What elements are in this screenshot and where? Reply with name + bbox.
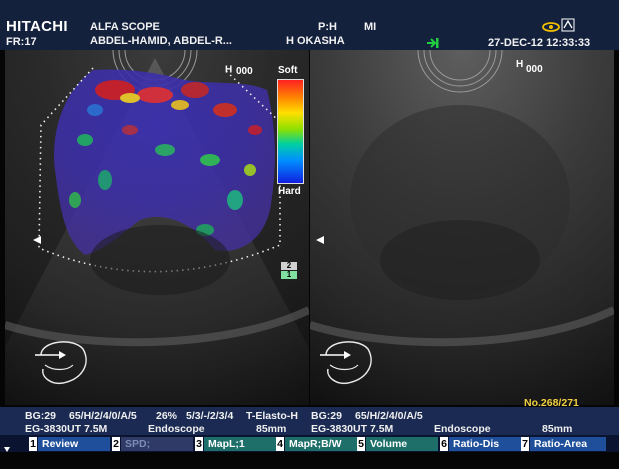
softkey-number: 2: [112, 437, 120, 451]
softkey-label: MapL;1: [204, 437, 276, 451]
hard-label: Hard: [278, 186, 301, 197]
elasticity-color-bar: [277, 79, 304, 184]
softkey-number: 4: [276, 437, 284, 451]
h-marker: H​: [225, 64, 233, 76]
softkey-volume[interactable]: 5 Volume: [357, 437, 438, 451]
bmode-image-pane[interactable]: H 000: [310, 50, 614, 405]
softkey-number: 5: [357, 437, 365, 451]
bg-gain-left: BG:29: [25, 410, 56, 422]
triangle-marker-icon: [4, 447, 10, 452]
softkey-number: 7: [521, 437, 529, 451]
eye-icon: [541, 20, 561, 38]
softkey-review[interactable]: 1 Review: [29, 437, 110, 451]
freeze-icon[interactable]: [561, 18, 575, 37]
ph-indicator: P:H: [318, 21, 337, 33]
softkey-label: SPD;: [121, 437, 193, 451]
bg-gain-right: BG:29: [311, 410, 342, 422]
roi-tag-2: 2: [281, 262, 297, 270]
h-marker-value: 000: [236, 66, 253, 77]
softkey-mapr[interactable]: 4 MapR;B/W: [276, 437, 357, 451]
roi-tag-1: 1: [281, 271, 297, 279]
softkey-label: Ratio-Area: [530, 437, 606, 451]
softkey-label: Ratio-Dis: [449, 437, 521, 451]
softkey-label: Volume: [366, 437, 438, 451]
softkey-number: 3: [195, 437, 203, 451]
soft-label: Soft: [278, 65, 298, 76]
softkey-ratio-area[interactable]: 7 Ratio-Area: [521, 437, 606, 451]
params-left: 65/H/2/4/0/A/5: [69, 410, 137, 422]
app-name: ALFA SCOPE: [90, 21, 160, 33]
softkey-spd[interactable]: 2 SPD;: [112, 437, 193, 451]
probe-orientation-icon: [318, 335, 376, 387]
operator-name: H OKASHA: [286, 35, 345, 47]
softkey-number: 1: [29, 437, 37, 451]
patient-name: ABDEL-HAMID, ABDEL-R...: [90, 35, 232, 47]
probe-type-left: Endoscope: [148, 423, 205, 435]
frame-rate: FR:17: [6, 36, 37, 48]
elasto-percent: 26%: [156, 410, 178, 422]
depth-left: 85mm: [256, 423, 287, 435]
mi-indicator: MI: [364, 21, 377, 33]
ultrasound-screen: HITACHI FR:17 ALFA SCOPE ABDEL-HAMID, AB…: [0, 0, 619, 469]
h-marker-value: 000: [526, 64, 543, 75]
elastography-image-pane[interactable]: H​ 000 Soft Hard 2 1: [5, 50, 309, 405]
softkey-label: MapR;B/W: [285, 437, 357, 451]
softkey-label: Review: [38, 437, 110, 451]
probe-orientation-icon: [33, 335, 91, 387]
date-time: 27-DEC-12 12:33:33: [488, 37, 591, 49]
elasto-params: 5/3/-/2/3/4: [186, 410, 234, 422]
softkey-ratio-dis[interactable]: 6 Ratio-Dis: [440, 437, 521, 451]
h-marker: H: [516, 59, 524, 70]
elasto-mode: T-Elasto-H: [246, 410, 298, 422]
depth-right: 85mm: [542, 423, 573, 435]
brand-logo: HITACHI: [6, 18, 68, 35]
softkey-mapl[interactable]: 3 MapL;1: [195, 437, 276, 451]
probe-model-right: EG-3830UT 7.5M: [311, 423, 394, 435]
probe-type-right: Endoscope: [434, 423, 491, 435]
params-right: 65/H/2/4/0/A/5: [355, 410, 423, 422]
softkey-number: 6: [440, 437, 448, 451]
probe-model-left: EG-3830UT 7.5M: [25, 423, 108, 435]
